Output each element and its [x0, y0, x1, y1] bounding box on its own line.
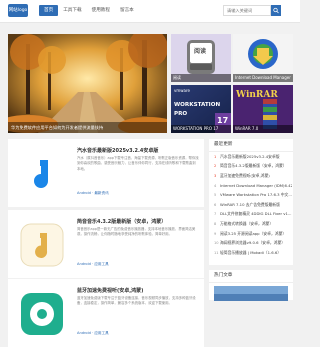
article-category[interactable]: Android · 最新资讯 — [77, 191, 109, 196]
tile-vmware[interactable]: vmware WORKSTATION PRO 17 WORKSTATION PR… — [171, 85, 231, 133]
music-note-icon — [20, 223, 63, 266]
article-thumbnail[interactable] — [13, 145, 70, 202]
article-card[interactable]: 汽水音乐最新版2025v3.2.4安卓版 汽水（原抖音音乐）app下载专注音，海… — [8, 139, 204, 207]
sidebar-link[interactable]: 1 汽水音乐最新版2025v3.2.4安卓版 — [209, 152, 293, 162]
banner-caption: 华为免费软件应用平台如何为开发者提供流量扶持 — [8, 122, 167, 133]
search-button[interactable] — [271, 5, 281, 16]
workstation-label: WORKSTATION — [174, 102, 221, 108]
version-label: 17 — [217, 116, 229, 125]
article-title[interactable]: 蓝牙加速免费视听(安卓,鸿蒙) — [77, 287, 201, 294]
tile-idm[interactable]: Internet Download Manager — [233, 34, 293, 82]
article-thumbnail[interactable] — [13, 216, 70, 273]
winrar-label: WinRAR — [236, 90, 278, 100]
sidebar-link[interactable]: 9 阅读3.25 开源阅读app（安卓，鸿蒙） — [209, 229, 293, 239]
sidebar-link[interactable]: 8 万能格式转换器（安卓，鸿蒙） — [209, 219, 293, 229]
sidebar-link[interactable]: 5 VMware Workstation Pro 17.6.3 中文... — [209, 190, 293, 200]
sidebar-link[interactable]: 7 DLL文件修复精灵 4DDIG DLL Fixer v1... — [209, 210, 293, 220]
search-icon — [273, 7, 279, 14]
search-input[interactable] — [223, 5, 271, 16]
music-note-icon — [18, 150, 65, 197]
nav-item-guestbook[interactable]: 留言本 — [115, 5, 139, 16]
article-category[interactable]: Android · 应用工具 — [77, 262, 109, 267]
nav-item-downloads[interactable]: 工具下载 — [58, 5, 86, 16]
article-category[interactable]: Android · 应用工具 — [77, 331, 109, 336]
vmware-brand: vmware — [174, 88, 191, 93]
tile-caption-idm: Internet Download Manager — [233, 74, 293, 82]
tile-caption-vmware: WORKSTATION PRO 17 — [171, 125, 231, 133]
sidebar-link[interactable]: 3 蓝牙加速免费视听(安卓,鸿蒙) — [209, 171, 293, 181]
autumn-road-image — [8, 34, 167, 133]
article-card[interactable]: 蓝牙加速免费视听(安卓,鸿蒙) 蓝牙加速免费版下载专注于蓝牙设备连接，音乐视频同… — [8, 279, 204, 347]
tile-winrar[interactable]: WinRAR WinRAR 7.0 — [233, 85, 293, 133]
sidebar-link[interactable]: 4Internet Download Manager (IDM)6.42 23.… — [209, 181, 293, 191]
top-header: 网站logo 首页 工具下载 使用教程 留言本 — [0, 0, 300, 23]
article-excerpt: 蓝牙加速免费版下载专注于蓝牙设备连接，音乐视频同步播放，支持多种蓝牙设备，连接稳… — [77, 296, 196, 306]
sidebar-title: 热门文章 — [209, 270, 293, 283]
sidebar-link[interactable]: 11 轻简音乐播放器 | Mokadi（1.6.6） — [209, 248, 293, 258]
article-title[interactable]: 简音音乐4.3.2版最新版（安卓，鸿蒙） — [77, 218, 201, 225]
nav-item-home[interactable]: 首页 — [39, 5, 59, 16]
article-title[interactable]: 汽水音乐最新版2025v3.2.4安卓版 — [77, 147, 201, 154]
banner-slide[interactable]: 华为免费软件应用平台如何为开发者提供流量扶持 — [8, 34, 167, 133]
tile-reader[interactable]: 阅读 阅读 — [171, 34, 231, 82]
sidebar-link[interactable]: 6 WinRAR 7.10 去广告免费版最新版 — [209, 200, 293, 210]
article-card[interactable]: 简音音乐4.3.2版最新版（安卓，鸿蒙） 简音音乐app是一款无广告的免费音乐播… — [8, 210, 204, 278]
tile-caption-reader: 阅读 — [171, 74, 231, 82]
article-excerpt: 汽水（原抖音音乐）app下载专注音，海量下载资源，听歌正版音乐资源，帮你找到你喜… — [77, 156, 199, 171]
hot-article-image[interactable] — [209, 283, 293, 301]
sidebar-link[interactable]: 2 简音音乐4.3.2版最新版（安卓，鸿蒙） — [209, 162, 293, 172]
sidebar-link[interactable]: 10 海阔视界浏览器v9.0.6（安卓，鸿蒙） — [209, 238, 293, 248]
nav-item-tutorials[interactable]: 使用教程 — [87, 5, 115, 16]
main-nav: 首页 工具下载 使用教程 留言本 — [39, 5, 139, 16]
reader-label: 阅读 — [194, 48, 207, 55]
sidebar-hot: 热门文章 — [209, 270, 293, 301]
article-excerpt: 简音音乐app是一款无广告的免费音乐播放器，支持本地音乐播放，界面简洁美观，操作… — [77, 227, 196, 237]
sidebar-latest: 最近更新 1 汽水音乐最新版2025v3.2.4安卓版 2 简音音乐4.3.2版最新… — [209, 139, 293, 265]
site-logo[interactable]: 网站logo — [8, 4, 28, 17]
article-thumbnail[interactable] — [13, 285, 70, 342]
pro-label: PRO — [174, 111, 188, 117]
bluetooth-app-icon — [20, 292, 63, 335]
sidebar-title: 最近更新 — [209, 139, 293, 152]
tile-caption-winrar: WinRAR 7.0 — [233, 125, 293, 133]
